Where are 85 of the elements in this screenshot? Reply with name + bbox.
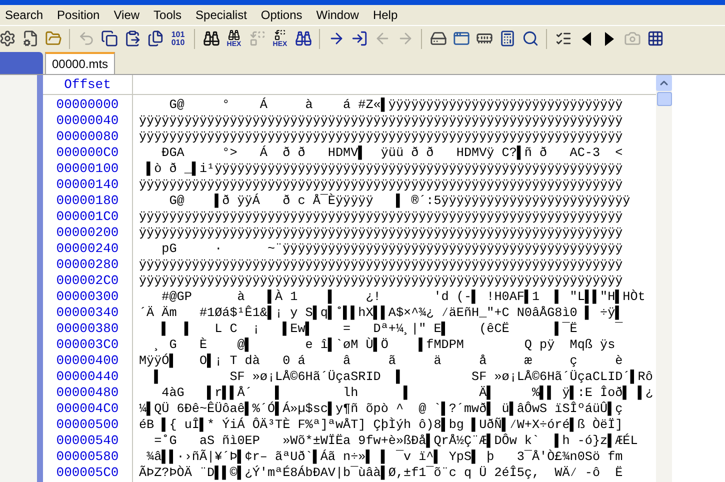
- folder-icon: [44, 30, 62, 47]
- triangle-left-icon: [582, 32, 590, 46]
- offset-value: 00000280: [56, 257, 119, 273]
- offset-value: 00000400: [56, 353, 119, 369]
- text-dump-row-text: pG · ~¨ÿÿÿÿÿÿÿÿÿÿÿÿÿÿÿÿÿÿÿÿÿÿÿÿÿÿÿÿÿÿÿÿÿÿÿÿÿÿÿÿÿÿÿÿÿ: [160, 241, 623, 257]
- text-dump-row-text: ▌ò ð _▌i¹ÿÿÿÿÿÿÿÿÿÿÿÿÿÿÿÿÿÿÿÿÿÿÿÿÿÿÿÿÿÿÿÿÿÿÿÿÿÿÿÿÿÿÿÿÿÿÿÿÿÿÿÿÿÿ: [146, 161, 623, 177]
- text-dump-row: ´Ä Äm #1Øá$¹Ê1&▌¡ y S▌q▌˚▌▌hX▌▌A$×^¾¿ ⁄äEñH_"+C N0âÅG8ì0 ▌ ÷ÿ▌: [139, 305, 623, 321]
- text-dump-row: éB ▌{ uÎ▌* ÝiÁ ÔÄ³TÈ F%ª]ªwÅT] ÇþÌýh ô)8▌bg ▌UðÑ▌⁄W+X÷óré▌ß ÒëÏ]: [139, 417, 623, 433]
- offset-value: 000005C0: [56, 465, 119, 481]
- offset-value: 000003C0: [56, 337, 119, 353]
- scroll-up-button[interactable]: [656, 75, 672, 91]
- text-dump-row-text: G@ ▌ð ÿÿÁ ð c Å¯Èÿÿÿÿÿ ▌ ®´:5ÿÿÿÿÿÿÿÿÿÿÿÿÿÿÿÿÿÿÿÿÿÿÿÿÿ: [168, 193, 630, 209]
- text-dump-row-text: G@ ° Á à á #Z«▌ÿÿÿÿÿÿÿÿÿÿÿÿÿÿÿÿÿÿÿÿÿÿÿÿÿÿÿÿÿÿÿ: [168, 97, 623, 113]
- text-dump-row: ÃÞZ?ÞÒÄ ¨D▌▌©▌¿Ý'mªÉ8ÁbÐAV|b¯ùâà▌Ø,±f1¯õ¨c q Ü 2éÎ5ç, WÄ⁄ -ô Ë: [139, 465, 623, 481]
- offset-value: 000001C0: [56, 209, 119, 225]
- offset-value: 00000040: [56, 113, 119, 129]
- files-icon: [146, 30, 164, 47]
- copy-icon: [100, 30, 118, 47]
- binoculars-icon: [294, 30, 312, 47]
- enter-icon: [350, 30, 368, 47]
- offset-value: 00000140: [56, 177, 119, 193]
- menu-item[interactable]: Tools: [146, 6, 189, 24]
- toolbar-button[interactable]: 101 010: [167, 26, 189, 50]
- offset-value: 00000180: [56, 193, 119, 209]
- file-tab[interactable]: 00000.mts: [45, 52, 116, 74]
- text-dump-row: ¼▌QÜ 6Ðê~ÊÜôaê▌%´Ó▌Á»µ$sc▌y¶ñ õpò ^ @ `▌?´mwð▌ ü▌âÔwS ïSÎºáüÛ▌ç: [139, 401, 623, 417]
- text-dump-row-text: ÐGA °> Á ð ð HDMV▌ ÿüü ð ð HDMVÿ C?▌ñ ð AC-3 <: [160, 145, 623, 161]
- text-dump-row: ÿÿÿÿÿÿÿÿÿÿÿÿÿÿÿÿÿÿÿÿÿÿÿÿÿÿÿÿÿÿÿÿÿÿÿÿÿÿÿÿÿÿÿÿÿÿÿÿÿÿÿÿÿÿÿÿÿÿÿÿÿÿÿÿ: [139, 113, 623, 129]
- menu-item[interactable]: Specialist: [188, 6, 254, 24]
- search-icon: [522, 30, 538, 47]
- offset-value: 00000240: [56, 241, 119, 257]
- camera-icon: [624, 30, 640, 47]
- offset-value: 000004C0: [56, 401, 119, 417]
- offset-value: 00000340: [56, 305, 119, 321]
- offset-value: 00000500: [56, 417, 119, 433]
- grid-icon: [646, 30, 664, 47]
- menu-item[interactable]: Search: [3, 6, 50, 24]
- offset-value: 00000080: [56, 129, 119, 145]
- offset-value: 00000440: [56, 369, 119, 385]
- text-dump-row-text: #@GP à ▌À 1 ▌ ¿! 'd (-▌ !H0AF▌1 ▌ "L▌▌"H▌HÒt: [160, 289, 646, 305]
- text-dump-row-text: =˚G aS ñì0EP »Wõ*±WÏËa 9fw+è»ßÐå▌QrÅ½Ç¨Æ▌DÔw k` ▌h -ó}z▌ÆÉL: [153, 433, 638, 449]
- text-dump-row-text: 4àG ▌r▌▌Å´ ▌ lh ▌ Ä▌ %▌▌ ÿ▌:E Îoð▌ ▌¿: [160, 385, 653, 401]
- binary-label: 101 010: [171, 30, 185, 46]
- text-dump-row: ÿÿÿÿÿÿÿÿÿÿÿÿÿÿÿÿÿÿÿÿÿÿÿÿÿÿÿÿÿÿÿÿÿÿÿÿÿÿÿÿÿÿÿÿÿÿÿÿÿÿÿÿÿÿÿÿÿÿÿÿÿÿÿÿ: [139, 177, 623, 193]
- document-gear-icon: [22, 30, 38, 47]
- offset-value: 00000200: [56, 225, 119, 241]
- offset-header: Offset: [64, 76, 111, 94]
- offset-value: 000000C0: [56, 145, 119, 161]
- offset-value: 00000540: [56, 433, 119, 449]
- offset-value: 00000300: [56, 289, 119, 305]
- offset-value: 00000480: [56, 385, 119, 401]
- binoculars-icon: [202, 30, 220, 47]
- offset-value: 000002C0: [56, 273, 119, 289]
- text-dump-row: ÿÿÿÿÿÿÿÿÿÿÿÿÿÿÿÿÿÿÿÿÿÿÿÿÿÿÿÿÿÿÿÿÿÿÿÿÿÿÿÿÿÿÿÿÿÿÿÿÿÿÿÿÿÿÿÿÿÿÿÿÿÿÿÿ: [139, 273, 623, 289]
- window-icon: [452, 30, 470, 47]
- scroll-thumb[interactable]: [656, 92, 672, 106]
- replace-icon: [274, 29, 286, 41]
- triangle-right-icon: [604, 32, 614, 46]
- offset-value: 00000100: [56, 161, 119, 177]
- paste-icon: [124, 30, 140, 47]
- text-dump-row-text: ▌ ▌ L C ¡ ▌Ew▌ = Dª+¼¸|" E▌ (êCË ▌¯Ë ¯: [160, 321, 623, 337]
- text-dump-row: ÿÿÿÿÿÿÿÿÿÿÿÿÿÿÿÿÿÿÿÿÿÿÿÿÿÿÿÿÿÿÿÿÿÿÿÿÿÿÿÿÿÿÿÿÿÿÿÿÿÿÿÿÿÿÿÿÿÿÿÿÿÿÿÿ: [139, 225, 623, 241]
- side-panel-header: [0, 52, 43, 74]
- settings-icon: [0, 30, 16, 47]
- offset-value: 00000000: [56, 97, 119, 113]
- undo-icon: [78, 30, 94, 47]
- text-dump-row: MÿÿÓ▌ O▌¡ T dà 0 á â ã ä å æ ç è: [139, 353, 623, 369]
- text-dump-row: ÿÿÿÿÿÿÿÿÿÿÿÿÿÿÿÿÿÿÿÿÿÿÿÿÿÿÿÿÿÿÿÿÿÿÿÿÿÿÿÿÿÿÿÿÿÿÿÿÿÿÿÿÿÿÿÿÿÿÿÿÿÿÿÿ: [139, 257, 623, 273]
- text-dump-row-text: ¸ G È @▌ e î▌`øM Ù▌Ö ▌fMDPM Q pÿ Mqß ÿs: [153, 337, 616, 353]
- binoculars-icon: [228, 29, 240, 41]
- text-dump-row-text: ▌ SF »ø¡LÅ©6Hã´ÜçaSRID ▌ SF »ø¡LÅ©6Hã´ÜçaCLID´▌Rô: [153, 369, 653, 385]
- menu-item[interactable]: Help: [366, 6, 405, 24]
- text-dump-row: ÿÿÿÿÿÿÿÿÿÿÿÿÿÿÿÿÿÿÿÿÿÿÿÿÿÿÿÿÿÿÿÿÿÿÿÿÿÿÿÿÿÿÿÿÿÿÿÿÿÿÿÿÿÿÿÿÿÿÿÿÿÿÿÿ: [139, 129, 623, 145]
- checklist-icon: [554, 30, 572, 47]
- menu-item[interactable]: View: [106, 6, 147, 24]
- text-dump-row-text: ¾â▌▌·›ñÃ|¥´Þ▌¢r– ãªUð`▌Áã n÷»▌ ▌ ¯v ï^▌ YpS▌ þ 3¯Å'Ò£¾n0Sö fm: [146, 449, 623, 465]
- menu-item[interactable]: Options: [254, 6, 310, 24]
- menu-item[interactable]: Window: [309, 6, 366, 24]
- offset-value: 00000380: [56, 321, 119, 337]
- menu-item[interactable]: Position: [50, 6, 107, 24]
- calculator-icon: [498, 30, 516, 47]
- scrollbar[interactable]: [656, 75, 672, 482]
- offset-value: 00000580: [56, 449, 119, 465]
- text-dump-row: ÿÿÿÿÿÿÿÿÿÿÿÿÿÿÿÿÿÿÿÿÿÿÿÿÿÿÿÿÿÿÿÿÿÿÿÿÿÿÿÿÿÿÿÿÿÿÿÿÿÿÿÿÿÿÿÿÿÿÿÿÿÿÿÿ: [139, 209, 623, 225]
- replace-icon: [248, 30, 266, 47]
